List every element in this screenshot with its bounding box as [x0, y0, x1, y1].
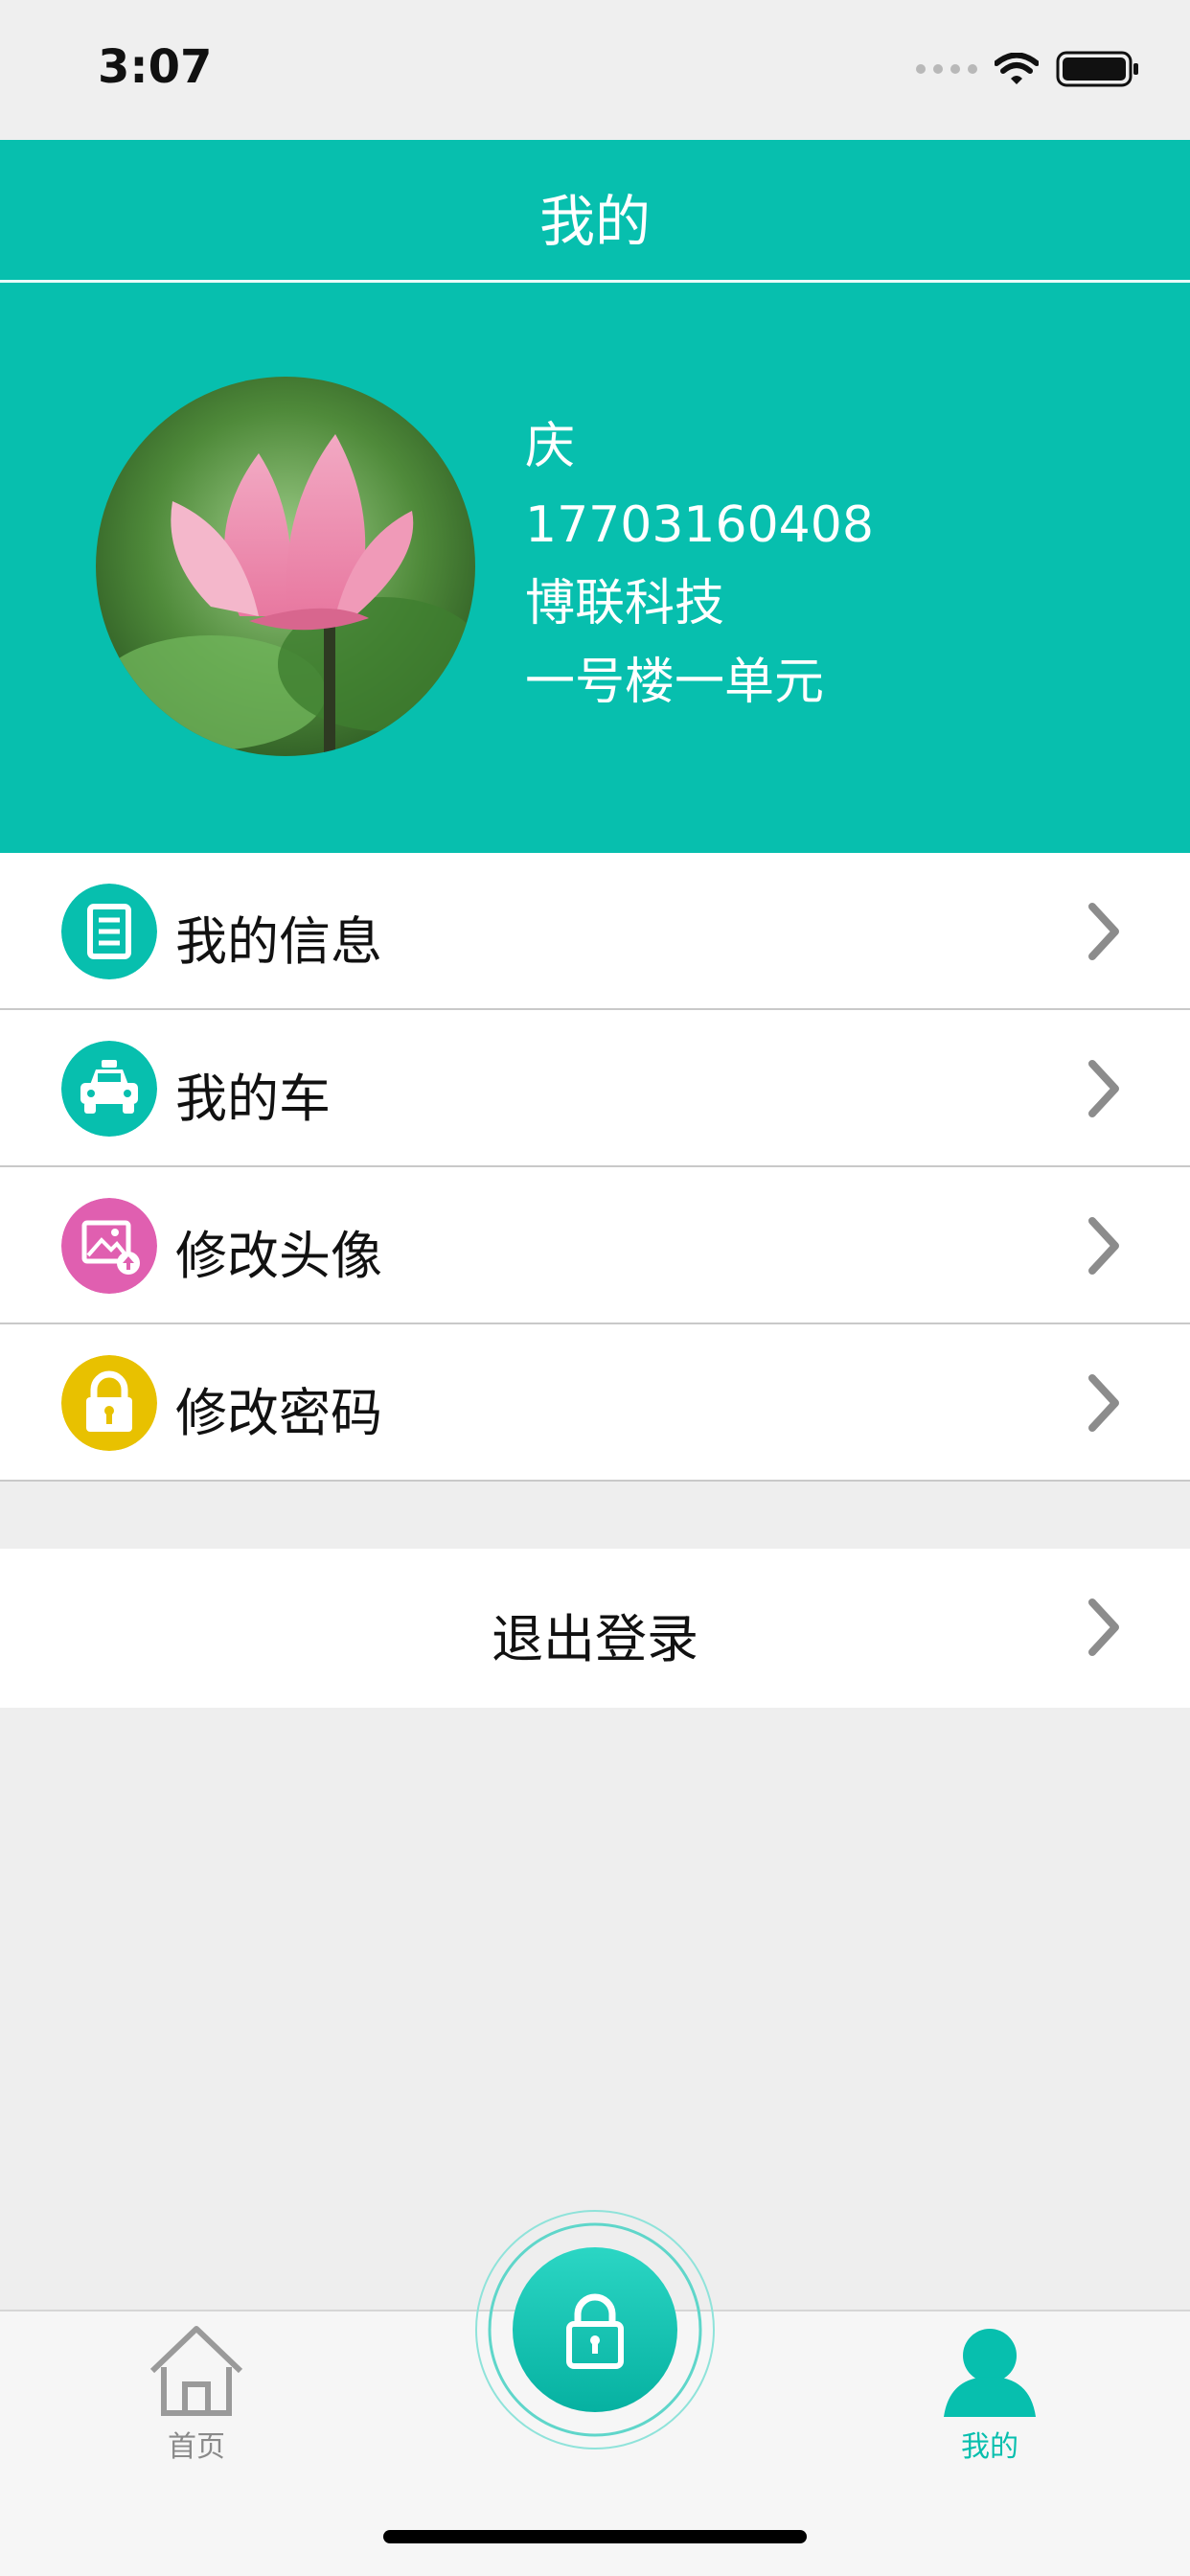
nav-bar: 我的: [0, 140, 1190, 280]
chevron-right-icon: [1088, 1374, 1119, 1432]
user-name: 庆: [525, 418, 576, 475]
avatar-lotus-image: [96, 377, 475, 756]
menu-item-my-info[interactable]: 我的信息: [0, 853, 1190, 1010]
chevron-right-icon: [1088, 1598, 1119, 1656]
tab-home-label: 首页: [168, 2430, 225, 2464]
user-address: 一号楼一单元: [525, 654, 825, 711]
logout-button[interactable]: 退出登录: [0, 1549, 1190, 1708]
logout-label: 退出登录: [492, 1609, 698, 1669]
signal-icon: [916, 64, 977, 74]
profile-info: 庆 17703160408 博联科技 一号楼一单元: [525, 407, 874, 722]
status-time: 3:07: [98, 40, 213, 94]
user-company: 博联科技: [525, 575, 725, 632]
image-upload-icon: [61, 1198, 157, 1294]
unlock-button[interactable]: [471, 2206, 719, 2453]
battery-icon: [1056, 51, 1138, 87]
profile-header: 庆 17703160408 博联科技 一号楼一单元: [0, 283, 1190, 853]
home-indicator: [383, 2530, 807, 2543]
home-icon: [149, 2326, 243, 2416]
status-indicators: [916, 50, 1140, 88]
menu-item-change-avatar[interactable]: 修改头像: [0, 1167, 1190, 1324]
chevron-right-icon: [1088, 1060, 1119, 1117]
user-icon: [944, 2329, 1036, 2417]
unlock-lock-icon: [475, 2210, 715, 2450]
menu-item-change-password[interactable]: 修改密码: [0, 1324, 1190, 1482]
menu-item-label: 修改头像: [175, 1226, 382, 1286]
status-bar: 3:07: [0, 0, 1190, 140]
menu-item-my-car[interactable]: 我的车: [0, 1010, 1190, 1167]
tab-mine-label: 我的: [961, 2430, 1018, 2464]
menu-item-label: 我的信息: [175, 911, 382, 972]
chevron-right-icon: [1088, 1217, 1119, 1275]
wifi-icon: [995, 53, 1039, 84]
avatar[interactable]: [96, 377, 475, 756]
chevron-right-icon: [1088, 903, 1119, 960]
menu-item-label: 修改密码: [175, 1383, 382, 1443]
page-title: 我的: [538, 189, 651, 254]
menu-item-label: 我的车: [175, 1069, 331, 1129]
tab-mine[interactable]: 我的: [937, 2323, 1042, 2465]
document-icon: [61, 884, 157, 979]
car-icon: [61, 1041, 157, 1137]
lock-icon: [61, 1355, 157, 1451]
tab-home[interactable]: 首页: [144, 2323, 249, 2465]
user-phone: 17703160408: [525, 496, 874, 554]
